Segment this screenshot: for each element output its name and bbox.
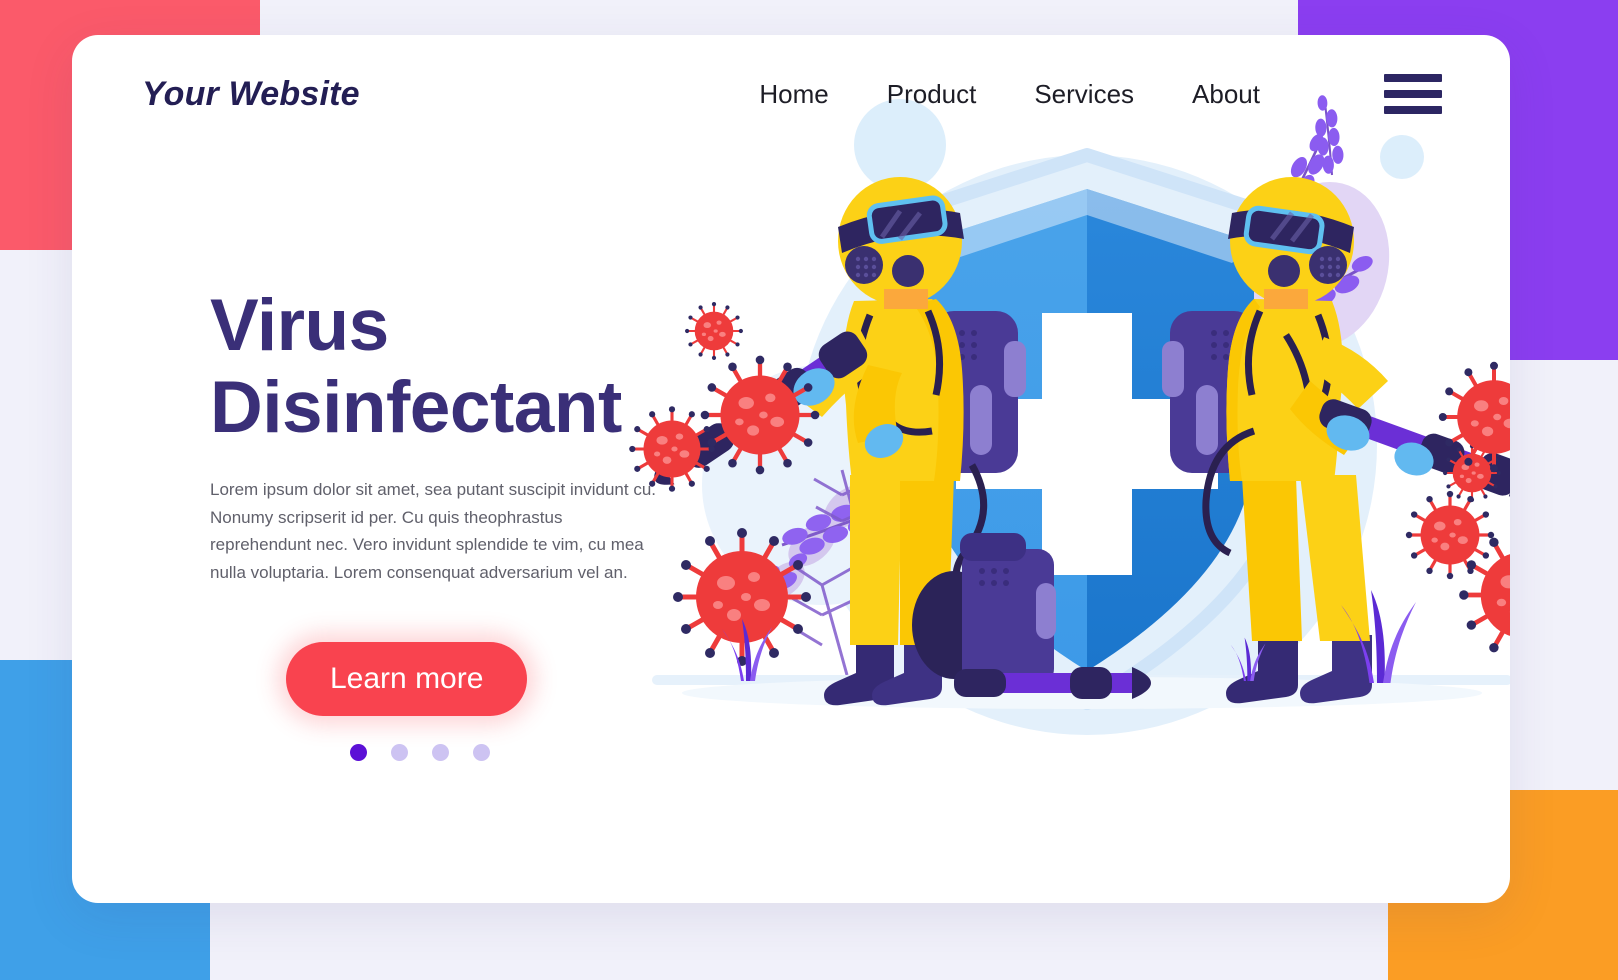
hamburger-bar <box>1384 90 1442 98</box>
hero-content: Virus Disinfectant Lorem ipsum dolor sit… <box>210 285 680 762</box>
nav-item-home[interactable]: Home <box>759 79 828 110</box>
page-title: Virus Disinfectant <box>210 285 680 450</box>
hero-title-line-1: Virus <box>210 285 389 366</box>
carousel-dot-2[interactable] <box>391 744 408 762</box>
nav-item-about[interactable]: About <box>1192 79 1260 110</box>
main-navigation: Home Product Services About <box>759 74 1442 114</box>
carousel-dot-4[interactable] <box>473 744 490 762</box>
carousel-dot-1[interactable] <box>350 744 367 762</box>
virus-cluster-right <box>1404 362 1510 660</box>
hamburger-icon[interactable] <box>1384 74 1442 114</box>
hamburger-bar <box>1384 74 1442 82</box>
landing-page-card: Your Website Home Product Services About… <box>72 35 1510 903</box>
hero-title-line-2: Disinfectant <box>210 367 622 449</box>
site-logo[interactable]: Your Website <box>142 75 360 114</box>
virus-disinfectant-illustration <box>627 90 1510 815</box>
nav-item-product[interactable]: Product <box>887 79 977 110</box>
learn-more-button[interactable]: Learn more <box>286 642 528 717</box>
carousel-dot-3[interactable] <box>432 744 449 762</box>
site-header: Your Website Home Product Services About <box>72 35 1510 153</box>
carousel-pagination <box>350 744 680 762</box>
hero-description: Lorem ipsum dolor sit amet, sea putant s… <box>210 479 656 582</box>
nav-item-services[interactable]: Services <box>1034 79 1134 110</box>
hamburger-bar <box>1384 106 1442 114</box>
